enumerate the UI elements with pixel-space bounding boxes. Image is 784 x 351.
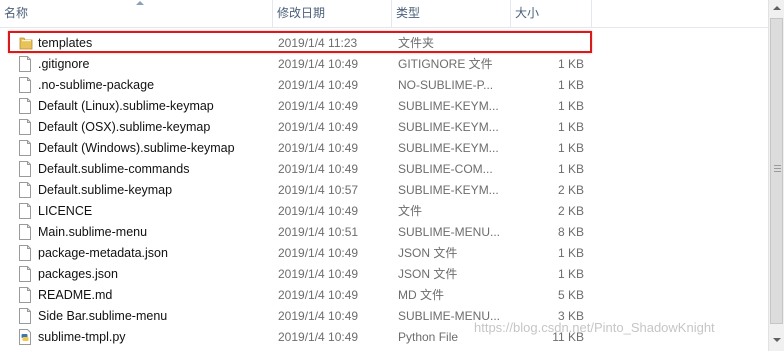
file-modified-date: 2019/1/4 10:51 xyxy=(278,225,359,239)
file-icon xyxy=(19,77,31,93)
file-modified-date: 2019/1/4 10:49 xyxy=(278,120,359,134)
file-name: Default (OSX).sublime-keymap xyxy=(38,120,211,134)
file-modified-date: 2019/1/4 10:49 xyxy=(278,162,359,176)
file-name: Default.sublime-keymap xyxy=(38,183,173,197)
file-name: .no-sublime-package xyxy=(38,78,155,92)
file-size: 1 KB xyxy=(557,99,584,113)
file-name: Default (Windows).sublime-keymap xyxy=(38,141,235,155)
scrollbar-grip xyxy=(774,168,781,169)
file-row[interactable]: .gitignore 2019/1/4 10:49 GITIGNORE 文件 1 KB xyxy=(0,54,768,75)
file-size: 1 KB xyxy=(557,57,584,71)
file-name: sublime-tmpl.py xyxy=(38,330,126,344)
file-type: SUBLIME-KEYM... xyxy=(398,120,499,134)
scroll-down-arrow-icon[interactable] xyxy=(769,332,784,349)
scrollbar-grip xyxy=(774,171,781,172)
file-row[interactable]: README.md 2019/1/4 10:49 MD 文件 5 KB xyxy=(0,285,768,306)
file-icon xyxy=(19,182,31,198)
file-name: package-metadata.json xyxy=(38,246,168,260)
file-size: 1 KB xyxy=(557,141,584,155)
file-row[interactable]: package-metadata.json 2019/1/4 10:49 JSON … xyxy=(0,243,768,264)
scrollbar-grip xyxy=(774,165,781,166)
file-name: Default (Linux).sublime-keymap xyxy=(38,99,214,113)
file-row[interactable]: .no-sublime-package 2019/1/4 10:49 NO-SUBL… xyxy=(0,75,768,96)
column-header-date[interactable]: 修改日期 xyxy=(273,0,391,27)
file-row[interactable]: Default (Windows).sublime-keymap 2019/1/4… xyxy=(0,138,768,159)
file-icon xyxy=(19,308,31,324)
file-size: 1 KB xyxy=(557,120,584,134)
file-name: README.md xyxy=(38,288,113,302)
file-row[interactable]: packages.json 2019/1/4 10:49 JSON 文件 1 KB xyxy=(0,264,768,285)
file-modified-date: 2019/1/4 10:49 xyxy=(278,141,359,155)
file-row[interactable]: Main.sublime-menu 2019/1/4 10:51 SUBLIME-M… xyxy=(0,222,768,243)
file-icon xyxy=(19,119,31,135)
file-type: GITIGNORE 文件 xyxy=(398,57,493,71)
file-icon xyxy=(19,161,31,177)
file-type: SUBLIME-MENU... xyxy=(398,225,501,239)
file-size: 1 KB xyxy=(557,162,584,176)
column-header-type[interactable]: 类型 xyxy=(392,0,510,27)
column-header-size[interactable]: 大小 xyxy=(511,0,591,27)
file-size: 5 KB xyxy=(557,288,584,302)
file-type: JSON 文件 xyxy=(398,246,458,260)
file-icon xyxy=(19,98,31,114)
file-row[interactable]: Default.sublime-commands 2019/1/4 10:49 SU… xyxy=(0,159,768,180)
scrollbar-thumb[interactable] xyxy=(770,18,783,324)
file-size: 1 KB xyxy=(557,78,584,92)
file-modified-date: 2019/1/4 10:57 xyxy=(278,183,359,197)
file-row[interactable]: Default.sublime-keymap 2019/1/4 10:57 SUBL… xyxy=(0,180,768,201)
watermark-text: https://blog.csdn.net/Pinto_ShadowKnight xyxy=(474,320,715,335)
file-icon xyxy=(19,56,31,72)
file-icon xyxy=(19,266,31,282)
file-type: MD 文件 xyxy=(398,288,444,302)
file-type: 文件 xyxy=(398,204,423,218)
file-modified-date: 2019/1/4 10:49 xyxy=(278,246,359,260)
file-name: .gitignore xyxy=(38,57,90,71)
file-type: SUBLIME-KEYM... xyxy=(398,99,499,113)
file-icon xyxy=(19,287,31,303)
file-modified-date: 2019/1/4 10:49 xyxy=(278,330,359,344)
file-icon xyxy=(19,224,31,240)
selected-row-highlight xyxy=(8,31,592,53)
file-modified-date: 2019/1/4 10:49 xyxy=(278,204,359,218)
file-size: 1 KB xyxy=(557,267,584,281)
file-size: 2 KB xyxy=(557,183,584,197)
file-name: LICENCE xyxy=(38,204,93,218)
file-icon xyxy=(19,140,31,156)
file-row[interactable]: LICENCE 2019/1/4 10:49 文件 2 KB xyxy=(0,201,768,222)
vertical-scrollbar[interactable] xyxy=(768,0,784,351)
file-size: 1 KB xyxy=(557,246,584,260)
file-type: NO-SUBLIME-P... xyxy=(398,78,494,92)
file-icon xyxy=(19,203,31,219)
file-type: JSON 文件 xyxy=(398,267,458,281)
file-size: 2 KB xyxy=(557,204,584,218)
file-type: SUBLIME-KEYM... xyxy=(398,183,499,197)
file-modified-date: 2019/1/4 10:49 xyxy=(278,57,359,71)
python-file-icon xyxy=(19,329,31,345)
file-name: Side Bar.sublime-menu xyxy=(38,309,168,323)
file-modified-date: 2019/1/4 10:49 xyxy=(278,288,359,302)
column-divider[interactable] xyxy=(591,0,592,27)
column-header-name[interactable]: 名称 xyxy=(0,0,272,27)
file-icon xyxy=(19,245,31,261)
file-name: packages.json xyxy=(38,267,118,281)
file-name: Main.sublime-menu xyxy=(38,225,148,239)
file-row[interactable]: Default (OSX).sublime-keymap 2019/1/4 10:… xyxy=(0,117,768,138)
file-modified-date: 2019/1/4 10:49 xyxy=(278,99,359,113)
file-size: 8 KB xyxy=(557,225,584,239)
file-modified-date: 2019/1/4 10:49 xyxy=(278,309,359,323)
file-modified-date: 2019/1/4 10:49 xyxy=(278,78,359,92)
file-type: SUBLIME-COM... xyxy=(398,162,493,176)
column-header-bar: 名称 修改日期 类型 大小 xyxy=(0,0,768,28)
file-type: SUBLIME-KEYM... xyxy=(398,141,499,155)
file-row[interactable]: Default (Linux).sublime-keymap 2019/1/4 1… xyxy=(0,96,768,117)
file-modified-date: 2019/1/4 10:49 xyxy=(278,267,359,281)
scroll-up-arrow-icon[interactable] xyxy=(769,0,784,17)
file-name: Default.sublime-commands xyxy=(38,162,190,176)
